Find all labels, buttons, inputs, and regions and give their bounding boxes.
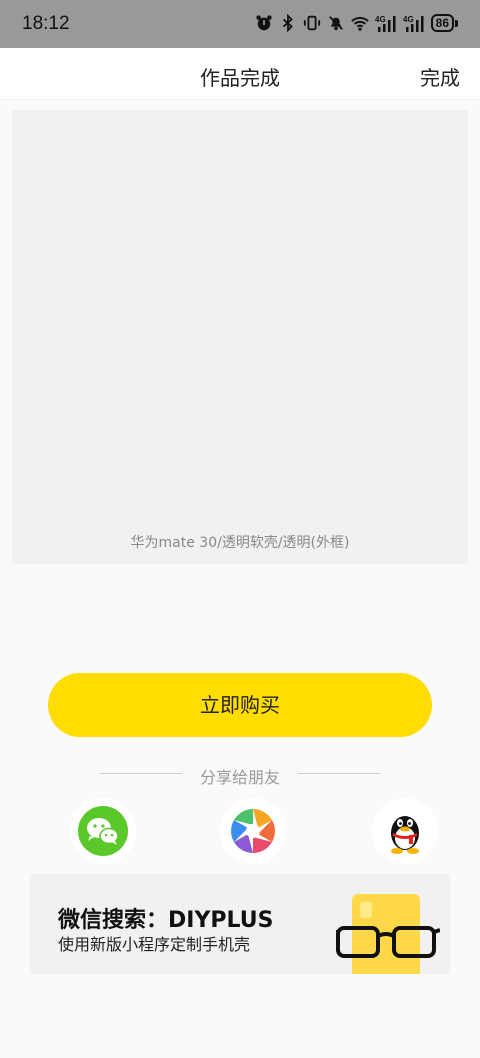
qq-icon	[391, 816, 419, 854]
status-time: 18:12	[22, 13, 70, 34]
battery-level: 86	[430, 14, 454, 32]
diyplus-ad-banner[interactable]: 微信搜索：DIYPLUS 使用新版小程序定制手机壳	[30, 874, 450, 974]
buy-now-button[interactable]: 立即购买	[48, 673, 432, 737]
battery-tip	[455, 19, 458, 27]
page-title: 作品完成	[200, 66, 280, 90]
phone-glasses-illustration	[336, 894, 440, 974]
signal-4g-icon: 4G	[375, 15, 396, 32]
wifi-icon	[350, 17, 369, 31]
product-spec-caption: 华为mate 30/透明软壳/透明(外框)	[130, 535, 350, 551]
share-title: 分享给朋友	[199, 768, 280, 787]
svg-text:4G: 4G	[375, 15, 386, 24]
status-icons: 4G 4G 86	[255, 13, 458, 33]
divider-line-right	[298, 773, 380, 774]
status-bar: 18:12 4G 4G 86	[0, 0, 480, 48]
alarm-icon	[255, 15, 272, 31]
battery-indicator: 86	[430, 14, 458, 32]
moments-icon	[231, 809, 275, 853]
design-preview: 华为mate 30/透明软壳/透明(外框)	[12, 110, 468, 564]
svg-text:4G: 4G	[403, 15, 414, 24]
share-wechat-button[interactable]	[70, 798, 136, 864]
share-divider: 分享给朋友	[100, 762, 380, 787]
wechat-icon	[78, 806, 128, 856]
vibrate-icon	[303, 15, 320, 31]
ad-title: 微信搜索：DIYPLUS	[58, 908, 274, 933]
share-qq-button[interactable]	[372, 798, 438, 864]
nav-bar: 作品完成 完成	[0, 48, 480, 100]
signal-4g-icon: 4G	[403, 15, 424, 32]
ad-subtitle: 使用新版小程序定制手机壳	[58, 935, 251, 954]
mute-icon	[328, 16, 343, 31]
share-moments-button[interactable]	[220, 798, 286, 864]
bluetooth-icon	[282, 13, 293, 33]
done-button[interactable]: 完成	[420, 62, 460, 91]
